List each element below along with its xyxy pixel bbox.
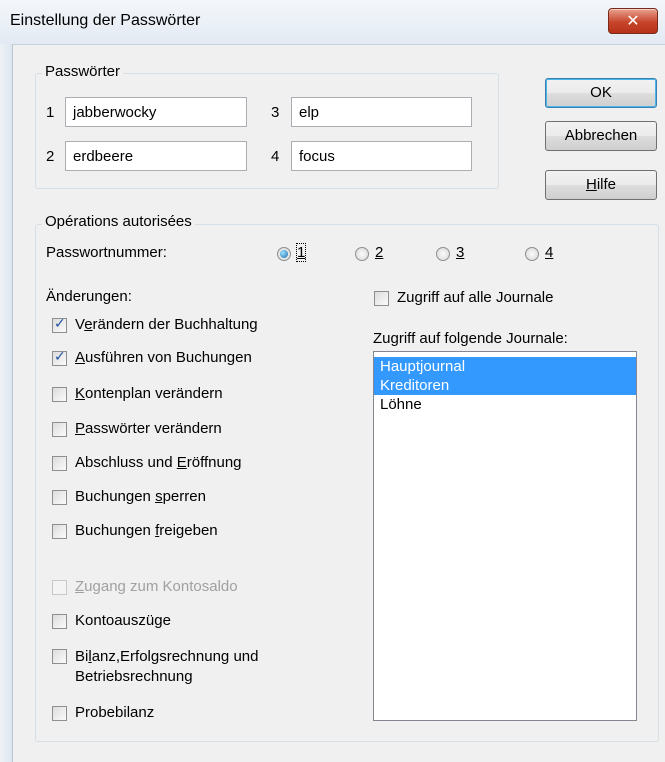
window-title: Einstellung der Passwörter [10, 12, 201, 29]
close-icon: ✕ [626, 11, 640, 30]
password-number-2: 2 [46, 148, 55, 165]
window-border [0, 44, 13, 762]
label-account-statements: Kontoauszüge [75, 612, 171, 629]
passwords-group [35, 73, 499, 189]
checkbox-execute-bookings[interactable] [52, 349, 67, 366]
label-trial-balance: Probebilanz [75, 704, 155, 721]
label-balance-sheet: Bilanz,Erfolgsrechnung und Betriebsrechnu… [75, 648, 259, 685]
radio-label-1: 1 [295, 243, 307, 262]
help-label: ilfe [596, 176, 617, 193]
label-change-chart-of-accounts: Kontenplan verändern [75, 385, 223, 402]
checkbox-balance-sheet[interactable] [52, 649, 67, 664]
list-item[interactable]: Löhne [374, 395, 636, 414]
label-lock-bookings: Buchungen sperren [75, 488, 206, 505]
password-number-3: 3 [271, 104, 280, 121]
password-number-1: 1 [46, 104, 55, 121]
help-button[interactable]: Hilfe [545, 170, 657, 200]
cancel-button[interactable]: Abbrechen [545, 121, 657, 151]
radio-label-3: 3 [456, 244, 465, 261]
ok-button[interactable]: OK [545, 78, 657, 108]
title-bar[interactable]: Einstellung der Passwörter ✕ [0, 0, 665, 45]
label-account-balance-access: Zugang zum Kontosaldo [75, 578, 238, 595]
password-number-4: 4 [271, 148, 280, 165]
password-field-1[interactable]: jabberwocky [65, 97, 247, 127]
password-number-label: Passwortnummer: [46, 244, 167, 261]
dialog-window: Einstellung der Passwörter ✕ Passwörter … [0, 0, 665, 762]
label-release-bookings: Buchungen freigeben [75, 522, 218, 539]
checkbox-account-balance-access [52, 580, 67, 595]
help-mnemonic: H [585, 176, 597, 193]
radio-password-2[interactable] [355, 247, 369, 261]
radio-label-4: 4 [545, 244, 554, 261]
label-all-journals: Zugriff auf alle Journale [397, 289, 554, 306]
radio-password-4[interactable] [525, 247, 539, 261]
checkbox-trial-balance[interactable] [52, 706, 67, 721]
checkbox-lock-bookings[interactable] [52, 490, 67, 505]
close-button[interactable]: ✕ [608, 8, 658, 34]
checkbox-release-bookings[interactable] [52, 524, 67, 539]
radio-password-1[interactable] [277, 247, 291, 261]
list-item[interactable]: Kreditoren [374, 376, 636, 395]
radio-password-3[interactable] [436, 247, 450, 261]
label-closing-opening: Abschluss und Eröffnung [75, 454, 242, 471]
label-change-accounting: Verändern der Buchhaltung [75, 316, 258, 333]
checkbox-account-statements[interactable] [52, 614, 67, 629]
label-execute-bookings: Ausführen von Buchungen [75, 349, 252, 366]
checkbox-all-journals[interactable] [374, 291, 389, 306]
checkbox-closing-opening[interactable] [52, 456, 67, 471]
operations-legend: Opérations autorisées [42, 213, 195, 230]
passwords-legend: Passwörter [42, 63, 124, 80]
checkbox-change-chart-of-accounts[interactable] [52, 387, 67, 402]
list-item[interactable]: Hauptjournal [374, 357, 636, 376]
radio-label-2: 2 [375, 244, 384, 261]
password-field-4[interactable]: focus [291, 141, 472, 171]
checkbox-change-accounting[interactable] [52, 316, 67, 333]
changes-label: Änderungen: [46, 288, 132, 305]
label-change-passwords: Passwörter verändern [75, 420, 222, 437]
journals-label: Zugriff auf folgende Journale: [373, 330, 568, 347]
password-field-2[interactable]: erdbeere [65, 141, 247, 171]
password-field-3[interactable]: elp [291, 97, 472, 127]
journals-listbox[interactable]: Hauptjournal Kreditoren Löhne [373, 351, 637, 721]
checkbox-change-passwords[interactable] [52, 422, 67, 437]
